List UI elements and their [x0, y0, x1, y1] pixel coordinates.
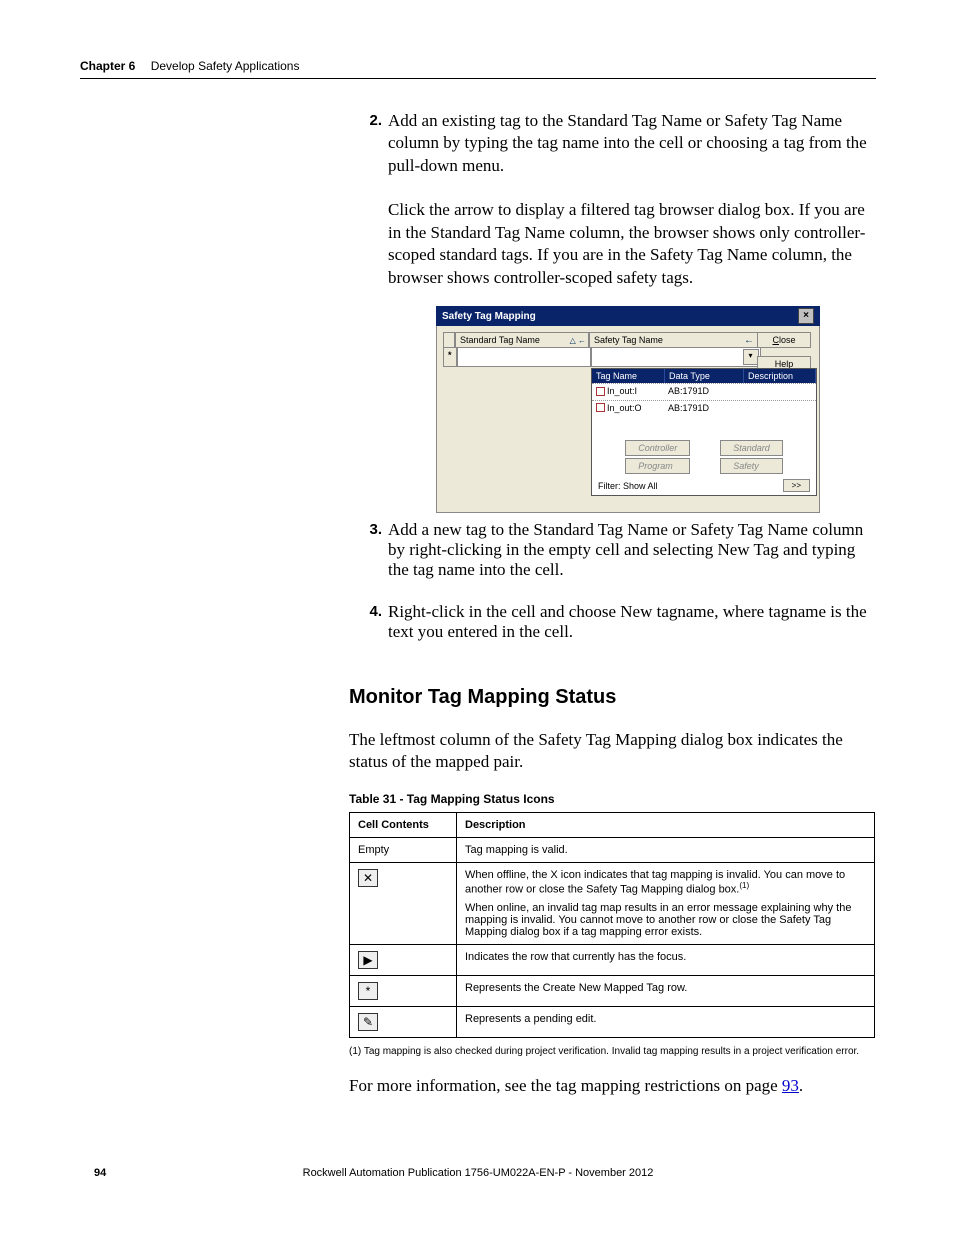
page-footer: 94 Rockwell Automation Publication 1756-… — [80, 1167, 876, 1179]
cell-desc: Represents a pending edit. — [457, 1006, 875, 1037]
tag-name: In_out:O — [607, 403, 642, 413]
browser-row[interactable]: In_out:O AB:1791D — [592, 400, 816, 417]
section-heading: Monitor Tag Mapping Status — [349, 686, 875, 709]
chapter-label: Chapter 6 — [80, 59, 135, 73]
standard-button[interactable]: Standard — [720, 440, 783, 456]
page-link-93[interactable]: 93 — [782, 1076, 799, 1095]
pencil-icon: ✎ — [358, 1013, 378, 1031]
section-para: The leftmost column of the Safety Tag Ma… — [349, 729, 875, 774]
browser-header: Tag Name Data Type Description — [592, 369, 816, 383]
grid-new-row[interactable]: * ▾ — [443, 348, 759, 367]
cell-desc: Tag mapping is valid. — [457, 837, 875, 862]
th-description: Description — [457, 812, 875, 837]
table-row: ✎ Represents a pending edit. — [350, 1006, 875, 1037]
more-button[interactable]: >> — [783, 479, 810, 492]
program-button[interactable]: Program — [625, 458, 690, 474]
col-safety-tag[interactable]: Safety Tag Name ← — [589, 332, 759, 348]
dialog-body: Standard Tag Name △ ← Safety Tag Name ← … — [436, 326, 820, 513]
tag-icon — [596, 387, 605, 396]
safety-tag-mapping-dialog: Safety Tag Mapping × Standard Tag Name △… — [436, 306, 820, 510]
footnote-ref: (1) — [739, 881, 749, 890]
browser-row[interactable]: In_out:I AB:1791D — [592, 383, 816, 400]
cell-new-icon: * — [350, 975, 457, 1006]
step-3: 3. Add a new tag to the Standard Tag Nam… — [388, 520, 875, 580]
col-label: Standard Tag Name — [460, 335, 540, 345]
play-icon: ▶ — [358, 951, 378, 969]
step-number: 2. — [360, 111, 382, 178]
cell-empty: Empty — [350, 837, 457, 862]
step-number: 4. — [360, 603, 382, 643]
table-header-row: Cell Contents Description — [350, 812, 875, 837]
mapping-grid: Standard Tag Name △ ← Safety Tag Name ← … — [443, 332, 759, 367]
table-row: * Represents the Create New Mapped Tag r… — [350, 975, 875, 1006]
table-row: Empty Tag mapping is valid. — [350, 837, 875, 862]
table-row: ▶ Indicates the row that currently has t… — [350, 944, 875, 975]
safe-cell[interactable]: ▾ — [591, 348, 761, 367]
table-footnote: (1) Tag mapping is also checked during p… — [349, 1046, 875, 1057]
body-column: 2. Add an existing tag to the Standard T… — [388, 110, 874, 303]
new-row-marker: * — [443, 348, 457, 367]
tag-name: In_out:I — [607, 386, 637, 396]
asterisk-icon: * — [358, 982, 378, 1000]
th-cell-contents: Cell Contents — [350, 812, 457, 837]
controller-button[interactable]: Controller — [625, 440, 690, 456]
cell-focus-icon: ▶ — [350, 944, 457, 975]
close-icon[interactable]: × — [798, 308, 814, 324]
safety-button[interactable]: Safety — [720, 458, 783, 474]
filter-label: Filter: Show All — [598, 481, 658, 491]
cell-desc: When offline, the X icon indicates that … — [457, 862, 875, 944]
table-caption: Table 31 - Tag Mapping Status Icons — [349, 792, 875, 806]
tag-desc — [742, 384, 816, 400]
tag-icon — [596, 403, 605, 412]
tag-type: AB:1791D — [664, 401, 742, 417]
lower-column: 3. Add a new tag to the Standard Tag Nam… — [349, 520, 875, 1115]
running-header: Chapter 6 Develop Safety Applications — [80, 59, 299, 73]
browser-col-name: Tag Name — [592, 369, 665, 383]
table-row: ✕ When offline, the X icon indicates tha… — [350, 862, 875, 944]
arrow-left-icon: ← — [744, 335, 754, 346]
desc-text: When offline, the X icon indicates that … — [465, 869, 845, 896]
browser-col-desc: Description — [744, 369, 816, 383]
header-rule — [80, 78, 876, 79]
step-text: Add an existing tag to the Standard Tag … — [388, 110, 874, 177]
sort-icon: △ ← — [570, 336, 586, 345]
status-icons-table: Cell Contents Description Empty Tag mapp… — [349, 812, 875, 1038]
cell-desc: Represents the Create New Mapped Tag row… — [457, 975, 875, 1006]
note-after-step-2: Click the arrow to display a filtered ta… — [388, 199, 874, 289]
tag-type: AB:1791D — [664, 384, 742, 400]
page-number: 94 — [94, 1167, 106, 1179]
step-number: 3. — [360, 521, 382, 581]
step-text: Add a new tag to the Standard Tag Name o… — [388, 520, 875, 580]
x-icon: ✕ — [358, 869, 378, 887]
col-label: Safety Tag Name — [594, 335, 663, 345]
browser-filter-row: Filter: Show All >> — [592, 476, 816, 495]
grid-header-row: Standard Tag Name △ ← Safety Tag Name ← — [443, 332, 759, 348]
close-button[interactable]: Close — [757, 332, 811, 348]
closing-para: For more information, see the tag mappin… — [349, 1075, 875, 1097]
browser-filter-buttons: Controller Program Standard Safety — [592, 416, 816, 476]
cell-edit-icon: ✎ — [350, 1006, 457, 1037]
tag-browser-dropdown[interactable]: Tag Name Data Type Description In_out:I … — [591, 368, 817, 496]
cell-x-icon: ✕ — [350, 862, 457, 944]
desc-text: When online, an invalid tag map results … — [465, 902, 851, 938]
publication-id: Rockwell Automation Publication 1756-UM0… — [80, 1167, 876, 1179]
cell-desc: Indicates the row that currently has the… — [457, 944, 875, 975]
step-text: Right-click in the cell and choose New t… — [388, 602, 875, 642]
closing-period: . — [799, 1076, 803, 1095]
closing-text: For more information, see the tag mappin… — [349, 1076, 782, 1095]
grid-corner — [443, 332, 455, 348]
tag-desc — [742, 401, 816, 417]
step-4: 4. Right-click in the cell and choose Ne… — [388, 602, 875, 642]
dialog-titlebar: Safety Tag Mapping × — [436, 306, 820, 326]
dialog-title: Safety Tag Mapping — [442, 311, 536, 322]
step-2: 2. Add an existing tag to the Standard T… — [388, 110, 874, 177]
browser-col-type: Data Type — [665, 369, 744, 383]
chapter-title: Develop Safety Applications — [151, 59, 300, 73]
col-standard-tag[interactable]: Standard Tag Name △ ← — [455, 332, 589, 348]
std-cell[interactable] — [457, 348, 591, 367]
